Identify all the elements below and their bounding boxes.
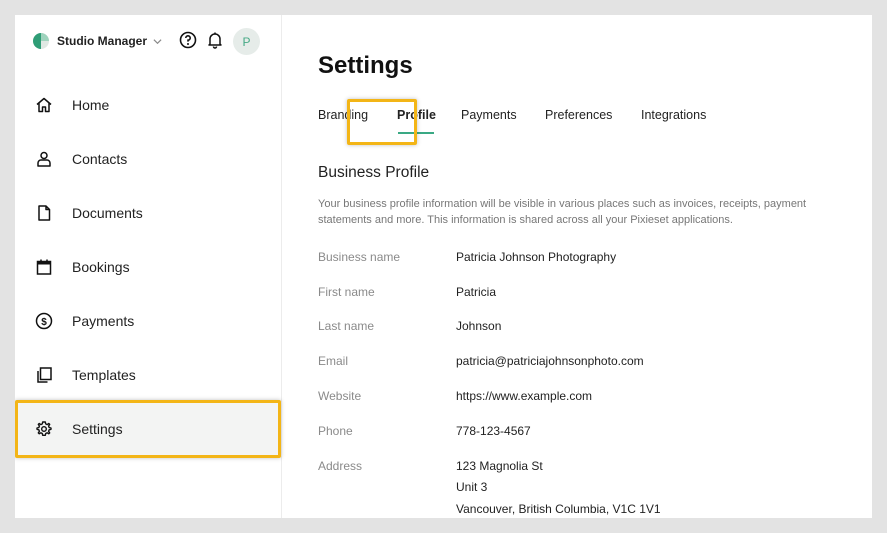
sidebar-item-bookings[interactable]: Bookings bbox=[15, 240, 282, 294]
field-label: Address bbox=[318, 459, 363, 473]
field-label: Business name bbox=[318, 250, 401, 264]
field-business-name: Business name Patricia Johnson Photograp… bbox=[318, 250, 858, 270]
avatar[interactable]: P bbox=[233, 28, 260, 55]
sidebar-item-contacts[interactable]: Contacts bbox=[15, 132, 282, 186]
chevron-down-icon[interactable] bbox=[153, 37, 162, 46]
document-icon bbox=[35, 204, 53, 222]
sidebar-item-label: Settings bbox=[72, 421, 123, 437]
field-last-name: Last name Johnson bbox=[318, 319, 858, 339]
address-line-3: Vancouver, British Columbia, V1C 1V1 bbox=[456, 502, 661, 516]
field-value: 123 Magnolia St bbox=[456, 459, 543, 473]
tab-profile[interactable]: Profile bbox=[397, 108, 436, 122]
sidebar-item-settings[interactable]: Settings bbox=[15, 402, 282, 456]
field-label: First name bbox=[318, 285, 375, 299]
field-value: patricia@patriciajohnsonphoto.com bbox=[456, 354, 644, 368]
person-icon bbox=[35, 150, 53, 168]
home-icon bbox=[35, 96, 53, 114]
field-label: Email bbox=[318, 354, 349, 368]
sidebar-item-label: Payments bbox=[72, 313, 135, 329]
main-content: Settings Branding Profile Payments Prefe… bbox=[283, 15, 872, 518]
sidebar: Studio Manager P Home Contacts Documents… bbox=[15, 15, 282, 518]
section-description: Your business profile information will b… bbox=[318, 198, 807, 226]
sidebar-item-label: Bookings bbox=[72, 259, 130, 275]
field-phone: Phone 778-123-4567 bbox=[318, 424, 858, 444]
sidebar-item-label: Contacts bbox=[72, 151, 128, 167]
help-icon[interactable] bbox=[179, 31, 197, 49]
app-window: Studio Manager P Home Contacts Documents… bbox=[15, 15, 872, 518]
field-first-name: First name Patricia bbox=[318, 285, 858, 305]
profile-tab-highlight-box bbox=[347, 99, 417, 145]
field-label: Website bbox=[318, 389, 362, 403]
field-value: https://www.example.com bbox=[456, 389, 593, 403]
field-label: Last name bbox=[318, 319, 375, 333]
sidebar-item-label: Documents bbox=[72, 205, 143, 221]
section-title: Business Profile bbox=[318, 164, 430, 181]
tab-integrations[interactable]: Integrations bbox=[641, 108, 706, 122]
tab-branding[interactable]: Branding bbox=[318, 108, 368, 122]
field-value: Johnson bbox=[456, 319, 502, 333]
tab-payments[interactable]: Payments bbox=[461, 108, 517, 122]
sidebar-topbar: Studio Manager P bbox=[33, 28, 263, 55]
dollar-icon: $ bbox=[35, 312, 53, 330]
bell-icon[interactable] bbox=[206, 31, 224, 49]
sidebar-item-payments[interactable]: $ Payments bbox=[15, 294, 282, 348]
svg-text:$: $ bbox=[41, 317, 47, 328]
address-line-2: Unit 3 bbox=[456, 480, 488, 494]
copy-icon bbox=[35, 366, 53, 384]
field-label: Phone bbox=[318, 424, 353, 438]
studio-logo-icon bbox=[33, 33, 49, 49]
tab-preferences[interactable]: Preferences bbox=[545, 108, 612, 122]
sidebar-item-label: Home bbox=[72, 97, 110, 113]
gear-icon bbox=[35, 420, 53, 438]
field-address: Address 123 Magnolia St bbox=[318, 459, 858, 479]
field-email: Email patricia@patriciajohnsonphoto.com bbox=[318, 354, 858, 374]
active-tab-underline bbox=[398, 132, 434, 134]
sidebar-item-templates[interactable]: Templates bbox=[15, 348, 282, 402]
calendar-icon bbox=[35, 258, 53, 276]
app-switcher[interactable]: Studio Manager bbox=[57, 34, 147, 48]
field-value: 778-123-4567 bbox=[456, 424, 531, 438]
sidebar-item-home[interactable]: Home bbox=[15, 78, 282, 132]
sidebar-item-documents[interactable]: Documents bbox=[15, 186, 282, 240]
sidebar-item-label: Templates bbox=[72, 367, 136, 383]
field-value: Patricia Johnson Photography bbox=[456, 250, 617, 264]
page-title: Settings bbox=[318, 52, 413, 79]
field-website: Website https://www.example.com bbox=[318, 389, 858, 409]
field-value: Patricia bbox=[456, 285, 497, 299]
